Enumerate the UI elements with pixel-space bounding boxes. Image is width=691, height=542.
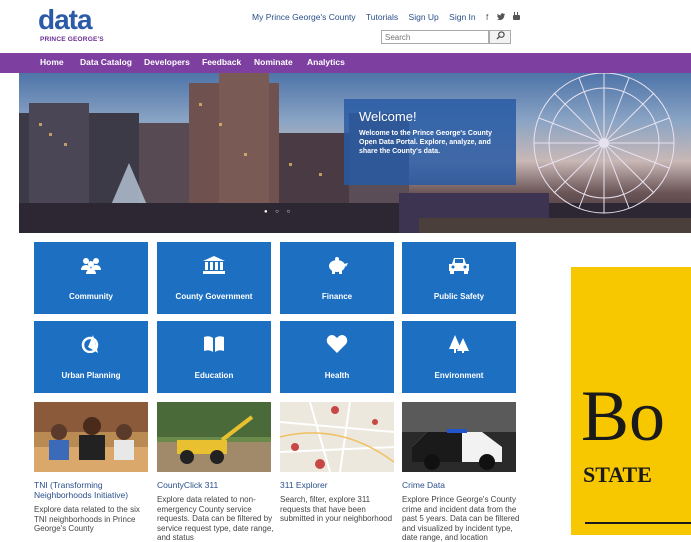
nav-analytics[interactable]: Analytics <box>307 57 345 67</box>
search-input[interactable] <box>381 30 489 44</box>
ad-subtitle: STATE <box>583 462 652 487</box>
trees-icon <box>449 335 469 353</box>
county-link[interactable]: My Prince George's County <box>252 12 356 22</box>
tile-public-safety[interactable]: Public Safety <box>402 242 516 314</box>
card-image-countyclick[interactable] <box>157 402 271 472</box>
tile-community[interactable]: Community <box>34 242 148 314</box>
nav-feedback[interactable]: Feedback <box>202 57 241 67</box>
card-image-crime-data[interactable] <box>402 402 516 472</box>
tile-label: County Government <box>175 292 253 301</box>
card-desc-311-explorer: Search, filter, explore 311 requests tha… <box>280 495 393 523</box>
nav-home[interactable]: Home <box>40 57 64 67</box>
tile-county-government[interactable]: County Government <box>157 242 271 314</box>
ad-word: Bo <box>581 376 666 456</box>
tile-environment[interactable]: Environment <box>402 321 516 393</box>
tile-urban-planning[interactable]: Urban Planning <box>34 321 148 393</box>
youtube-icon[interactable] <box>512 12 520 22</box>
book-icon <box>204 336 224 352</box>
tile-label: Community <box>69 292 113 301</box>
card-title-crime-data[interactable]: Crime Data <box>402 480 520 490</box>
welcome-title: Welcome! <box>359 109 417 124</box>
welcome-text: Welcome to the Prince George's County Op… <box>359 130 493 155</box>
nav-developers[interactable]: Developers <box>144 57 190 67</box>
top-links: My Prince George's County Tutorials Sign… <box>252 12 526 22</box>
facebook-icon[interactable]: f <box>486 13 488 22</box>
tile-finance[interactable]: Finance <box>280 242 394 314</box>
signup-link[interactable]: Sign Up <box>409 12 439 22</box>
welcome-panel: Welcome! Welcome to the Prince George's … <box>344 99 516 185</box>
car-icon <box>449 258 469 274</box>
tutorials-link[interactable]: Tutorials <box>366 12 398 22</box>
card-desc-tni: Explore data related to the six TNI neig… <box>34 505 140 533</box>
tile-label: Public Safety <box>433 292 485 301</box>
site-header: data PRINCE GEORGE'S My Prince George's … <box>0 0 691 52</box>
signin-link[interactable]: Sign In <box>449 12 475 22</box>
tile-label: Environment <box>434 371 484 380</box>
carousel-dots[interactable]: ● ○ ○ <box>264 209 293 215</box>
card-title-311-explorer[interactable]: 311 Explorer <box>280 480 398 490</box>
search-icon <box>495 31 505 40</box>
card-title-tni[interactable]: TNI (Transforming Neighborhoods Initiati… <box>34 480 152 500</box>
side-advertisement[interactable]: Bo STATE <box>571 267 691 535</box>
card-image-tni[interactable] <box>34 402 148 472</box>
logo-subtitle: PRINCE GEORGE'S <box>40 36 104 43</box>
nav-nominate[interactable]: Nominate <box>254 57 293 67</box>
ad-divider <box>585 522 691 524</box>
card-title-countyclick[interactable]: CountyClick 311 <box>157 480 275 490</box>
card-image-311-explorer[interactable] <box>280 402 394 472</box>
tile-health[interactable]: Health <box>280 321 394 393</box>
twitter-icon[interactable] <box>496 13 507 22</box>
bank-icon <box>203 256 225 274</box>
nav-data-catalog[interactable]: Data Catalog <box>80 57 132 67</box>
tile-label: Education <box>194 371 234 380</box>
logo-word: data <box>38 4 93 35</box>
tile-education[interactable]: Education <box>157 321 271 393</box>
tile-label: Urban Planning <box>61 371 121 380</box>
compass-icon <box>81 335 99 353</box>
people-icon <box>81 258 101 274</box>
site-logo[interactable]: data PRINCE GEORGE'S <box>38 4 108 46</box>
heart-icon <box>326 335 348 353</box>
main-nav: Home Data Catalog Developers Feedback No… <box>0 53 691 73</box>
tile-label: Health <box>324 371 350 380</box>
card-desc-crime-data: Explore Prince George's County crime and… <box>402 495 520 542</box>
search-button[interactable] <box>489 30 511 44</box>
card-desc-countyclick: Explore data related to non-emergency Co… <box>157 495 274 542</box>
tile-label: Finance <box>321 292 353 301</box>
piggy-bank-icon <box>329 257 348 274</box>
